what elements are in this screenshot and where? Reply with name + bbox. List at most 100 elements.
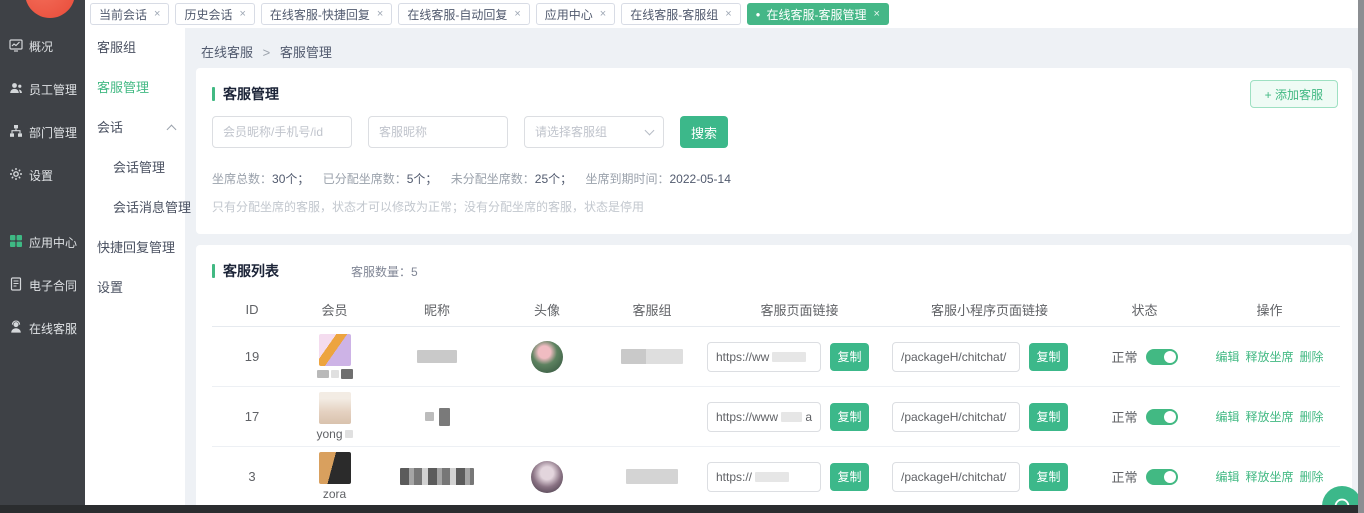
submenu-item-service-manage[interactable]: 客服管理: [85, 68, 185, 108]
tab-service-group[interactable]: 在线客服-客服组×: [621, 3, 740, 25]
cell-actions: 编辑释放坐席删除: [1202, 408, 1337, 425]
copy-page-link-button[interactable]: 复制: [830, 463, 869, 491]
copy-page-link-button[interactable]: 复制: [830, 343, 869, 371]
member-name: yong: [316, 427, 352, 441]
submenu-item-session[interactable]: 会话: [85, 108, 185, 148]
seat-stats: 坐席总数：30个； 已分配坐席数：5个； 未分配坐席数：25个； 坐席到期时间：…: [212, 170, 741, 187]
search-button[interactable]: 搜索: [680, 116, 728, 148]
stat-value: 5个；: [407, 172, 438, 186]
delete-link[interactable]: 删除: [1300, 408, 1324, 425]
copy-page-link-button[interactable]: 复制: [830, 403, 869, 431]
submenu-item-quick-reply-manage[interactable]: 快捷回复管理: [85, 228, 185, 268]
member-search-input[interactable]: [212, 116, 352, 148]
redacted-text: [341, 369, 353, 379]
col-header-avatar: 头像: [497, 300, 597, 319]
status-toggle[interactable]: [1146, 409, 1178, 425]
release-seat-link[interactable]: 释放坐席: [1245, 468, 1293, 485]
copy-mini-link-button[interactable]: 复制: [1029, 403, 1068, 431]
sidebar-item-contract[interactable]: 电子合同: [0, 273, 85, 297]
tab-service-manage-active[interactable]: ●在线客服-客服管理×: [747, 3, 889, 25]
copy-mini-link-button[interactable]: 复制: [1029, 463, 1068, 491]
cell-avatar: [497, 461, 597, 493]
page-link-input[interactable]: https://wwwa: [707, 402, 821, 432]
sidebar-item-settings[interactable]: 设置: [0, 163, 85, 187]
link-text: https://ww: [716, 350, 769, 364]
tab-history-session[interactable]: 历史会话 ×: [175, 3, 254, 25]
cell-page-link: https://ww 复制: [707, 342, 892, 372]
release-seat-link[interactable]: 释放坐席: [1245, 408, 1293, 425]
submenu-item-service-group[interactable]: 客服组: [85, 28, 185, 68]
card-title-row: 客服列表 客服数量：5: [196, 245, 1352, 281]
col-header-group: 客服组: [597, 300, 707, 319]
toggle-knob: [1164, 351, 1176, 363]
edit-link[interactable]: 编辑: [1215, 348, 1239, 365]
vertical-scrollbar[interactable]: [1358, 0, 1364, 513]
status-toggle[interactable]: [1146, 349, 1178, 365]
sidebar-item-department[interactable]: 部门管理: [0, 120, 85, 144]
status-label: 正常: [1111, 407, 1137, 426]
close-icon[interactable]: ×: [600, 8, 606, 20]
select-placeholder: 请选择客服组: [535, 125, 607, 139]
service-table: ID 会员 昵称 头像 客服组 客服页面链接 客服小程序页面链接 状态 操作 1…: [212, 293, 1340, 507]
sidebar-item-app-center[interactable]: 应用中心: [0, 230, 85, 254]
close-icon[interactable]: ×: [725, 8, 731, 20]
cell-mini-link: /packageH/chitchat/ 复制: [892, 342, 1087, 372]
delete-link[interactable]: 删除: [1300, 348, 1324, 365]
mini-link-input[interactable]: /packageH/chitchat/: [892, 402, 1020, 432]
primary-sidebar: 概况 员工管理 部门管理 设置 应用中心 电子合同: [0, 0, 85, 505]
service-count: 客服数量：5: [351, 263, 418, 280]
breadcrumb: 在线客服 > 客服管理: [185, 28, 1358, 61]
sidebar-item-label: 员工管理: [29, 81, 77, 98]
submenu-item-settings[interactable]: 设置: [85, 268, 185, 308]
breadcrumb-root[interactable]: 在线客服: [201, 45, 253, 60]
status-toggle[interactable]: [1146, 469, 1178, 485]
stat-value: 2022-05-14: [670, 172, 731, 186]
service-nickname-input[interactable]: [368, 116, 508, 148]
submenu-item-session-manage[interactable]: 会话管理: [85, 148, 185, 188]
edit-link[interactable]: 编辑: [1215, 468, 1239, 485]
tab-label: 当前会话: [99, 6, 147, 23]
cell-id: 3: [212, 469, 292, 484]
tab-label: 历史会话: [184, 6, 232, 23]
edit-link[interactable]: 编辑: [1215, 408, 1239, 425]
close-icon[interactable]: ×: [874, 8, 880, 20]
mini-link-input[interactable]: /packageH/chitchat/: [892, 342, 1020, 372]
close-icon[interactable]: ×: [154, 8, 160, 20]
mini-link-input[interactable]: /packageH/chitchat/: [892, 462, 1020, 492]
stat-label: 未分配坐席数：: [451, 172, 535, 186]
link-text: /packageH/chitchat/: [901, 470, 1006, 484]
status-notice: 只有分配坐席的客服，状态才可以修改为正常；没有分配坐席的客服，状态是停用: [212, 198, 644, 215]
redacted-text: [317, 370, 329, 378]
table-header-row: ID 会员 昵称 头像 客服组 客服页面链接 客服小程序页面链接 状态 操作: [212, 293, 1340, 327]
table-row: 3 zora https:// 复制 /p: [212, 447, 1340, 507]
submenu-item-session-message-manage[interactable]: 会话消息管理: [85, 188, 185, 228]
tab-current-session[interactable]: 当前会话 ×: [90, 3, 169, 25]
close-icon[interactable]: ×: [377, 8, 383, 20]
sidebar-item-staff[interactable]: 员工管理: [0, 77, 85, 101]
close-icon[interactable]: ×: [239, 8, 245, 20]
redacted-text: [331, 370, 339, 378]
breadcrumb-separator: >: [263, 45, 271, 60]
tab-quick-reply[interactable]: 在线客服-快捷回复×: [261, 3, 392, 25]
copy-mini-link-button[interactable]: 复制: [1029, 343, 1068, 371]
member-avatar: [319, 452, 351, 484]
add-service-button[interactable]: + 添加客服: [1250, 80, 1338, 108]
sidebar-item-online-service[interactable]: 在线客服: [0, 316, 85, 340]
submenu-item-label: 会话: [97, 120, 123, 135]
sidebar-item-overview[interactable]: 概况: [0, 34, 85, 58]
close-icon[interactable]: ×: [514, 8, 520, 20]
service-group-select[interactable]: 请选择客服组: [524, 116, 664, 148]
page-link-input[interactable]: https://: [707, 462, 821, 492]
member-name-text: zora: [323, 487, 346, 501]
delete-link[interactable]: 删除: [1300, 468, 1324, 485]
release-seat-link[interactable]: 释放坐席: [1245, 348, 1293, 365]
link-text: /packageH/chitchat/: [901, 350, 1006, 364]
sidebar-item-label: 概况: [29, 38, 53, 55]
cell-nickname: [377, 408, 497, 426]
status-label: 正常: [1111, 467, 1137, 486]
tab-auto-reply[interactable]: 在线客服-自动回复×: [398, 3, 529, 25]
tab-app-center[interactable]: 应用中心×: [536, 3, 615, 25]
page-link-input[interactable]: https://ww: [707, 342, 821, 372]
redacted-text: [425, 412, 434, 421]
link-text: https://www: [716, 410, 778, 424]
